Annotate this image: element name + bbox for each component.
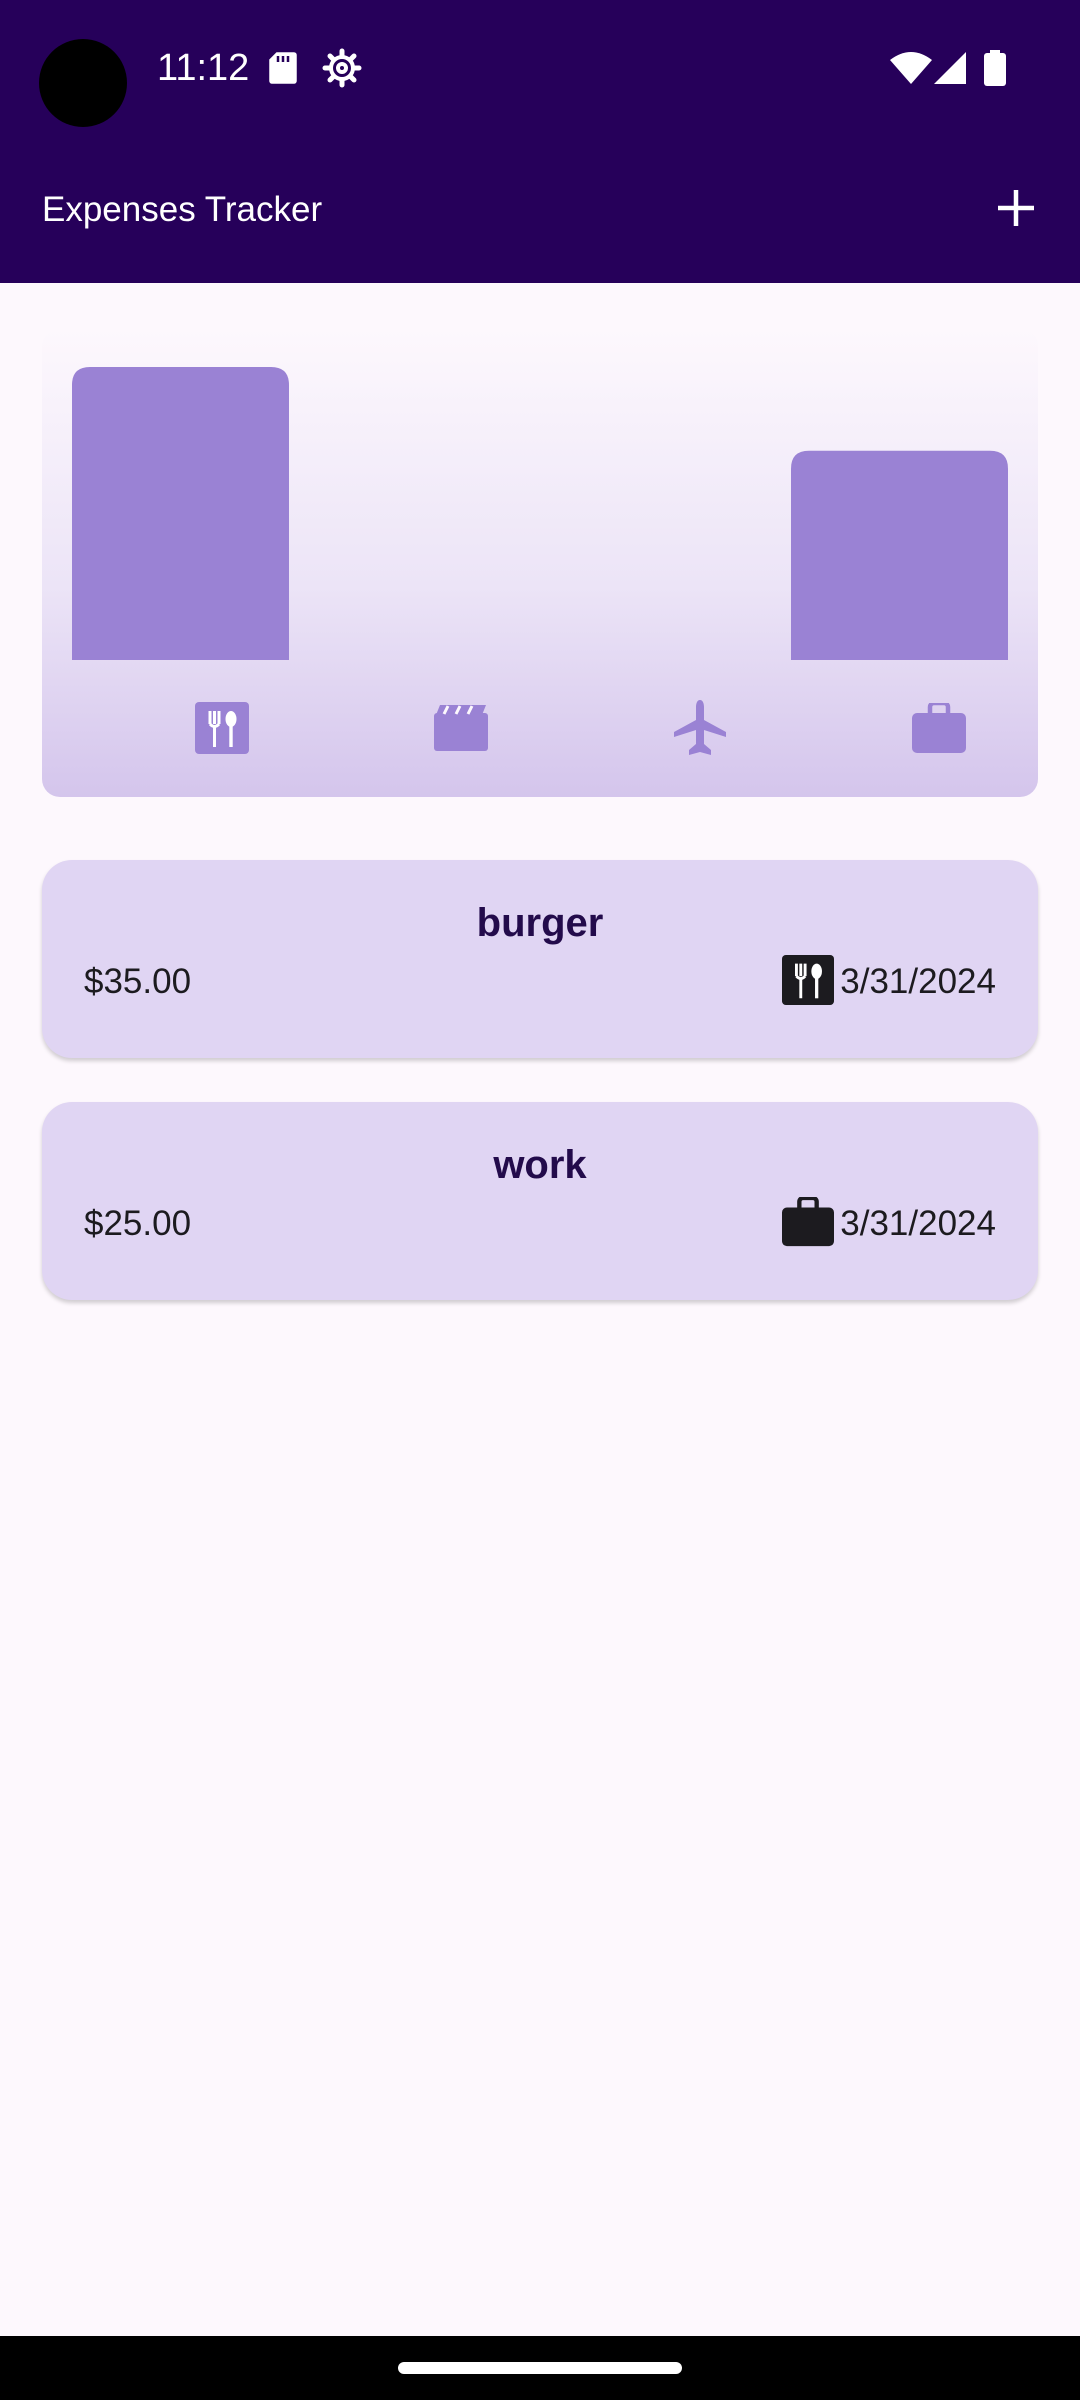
top-app-bar: 11:12 Expenses Tracker [0, 0, 1080, 283]
sd-card-icon [266, 49, 300, 90]
add-icon [996, 188, 1036, 233]
expense-amount: $35.00 [84, 962, 192, 1001]
cellular-signal-icon [934, 52, 966, 89]
home-gesture-handle[interactable] [398, 2362, 682, 2374]
status-time: 11:12 [157, 47, 250, 89]
app-title: Expenses Tracker [42, 190, 323, 229]
add-expense-button[interactable] [984, 178, 1048, 242]
expense-item[interactable]: burger $35.00 3/31/2024 [42, 860, 1038, 1058]
work-briefcase-icon [912, 700, 966, 758]
expense-date: 3/31/2024 [840, 962, 996, 1001]
system-navigation-bar [0, 2336, 1080, 2400]
expense-meta: 3/31/2024 [782, 954, 996, 1010]
camera-cutout [39, 39, 127, 127]
settings-gear-icon [322, 48, 362, 93]
work-briefcase-icon [782, 1195, 835, 1252]
restaurant-icon [195, 701, 249, 759]
expense-date: 3/31/2024 [840, 1204, 996, 1243]
expense-amount: $25.00 [84, 1204, 192, 1243]
chart-bars [72, 367, 1008, 660]
chart-category-work [879, 692, 999, 768]
battery-icon [984, 50, 1006, 91]
expense-title: work [493, 1143, 587, 1187]
chart-bar-food [72, 367, 289, 660]
chart-bar-work [791, 450, 1008, 660]
wifi-icon [890, 52, 932, 89]
chart-plot-area [72, 328, 1008, 660]
chart-category-leisure [401, 692, 521, 768]
expense-meta: 3/31/2024 [782, 1195, 996, 1252]
chart-category-travel [640, 692, 760, 768]
expenses-chart [42, 328, 1038, 797]
movie-icon [434, 704, 488, 756]
flight-icon [674, 699, 726, 761]
expense-item[interactable]: work $25.00 3/31/2024 [42, 1102, 1038, 1300]
chart-category-food [162, 692, 282, 768]
restaurant-icon [782, 954, 835, 1011]
expense-title: burger [476, 901, 604, 945]
